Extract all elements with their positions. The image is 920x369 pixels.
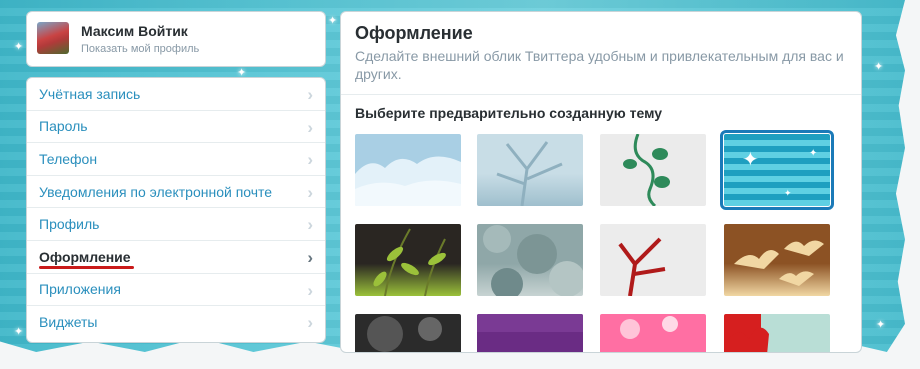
chevron-right-icon: ›: [307, 182, 313, 202]
nav-item-account[interactable]: Учётная запись ›: [27, 78, 325, 111]
sparkle-icon: ✦: [14, 326, 24, 338]
nav-item-label: Учётная запись: [39, 85, 141, 102]
svg-text:✦: ✦: [784, 188, 792, 198]
nav-item-label: Уведомления по электронной почте: [39, 183, 273, 200]
panel-header: Оформление Сделайте внешний облик Твитте…: [341, 12, 861, 95]
settings-nav: Учётная запись › Пароль › Телефон › Увед…: [26, 77, 326, 343]
theme-sparkle-thumbnail[interactable]: ✦ ✦ ✦: [720, 130, 834, 210]
avatar[interactable]: [37, 22, 69, 54]
svg-text:✦: ✦: [742, 149, 759, 171]
nav-item-label: Приложения: [39, 281, 121, 298]
nav-item-label: Пароль: [39, 118, 88, 135]
theme-vines-thumbnail[interactable]: [600, 134, 706, 206]
nav-item-phone[interactable]: Телефон ›: [27, 143, 325, 176]
chevron-right-icon: ›: [307, 247, 313, 267]
nav-item-email-notifications[interactable]: Уведомления по электронной почте ›: [27, 176, 325, 209]
sparkle-icon: ✦: [874, 61, 884, 73]
svg-text:✦: ✦: [809, 148, 817, 159]
profile-card[interactable]: Максим Войтик Показать мой профиль: [26, 11, 326, 67]
theme-tree-thumbnail[interactable]: [477, 134, 583, 206]
theme-grey-foliage-thumbnail[interactable]: [477, 224, 583, 296]
page-subtitle: Сделайте внешний облик Твиттера удобным …: [355, 48, 844, 82]
nav-item-label: Профиль: [39, 216, 100, 233]
theme-dark-thumbnail[interactable]: [355, 314, 461, 352]
theme-pink-thumbnail[interactable]: [600, 314, 706, 352]
nav-item-label: Виджеты: [39, 314, 98, 331]
design-panel: Оформление Сделайте внешний облик Твитте…: [340, 11, 862, 353]
theme-purple-thumbnail[interactable]: [477, 314, 583, 352]
sparkle-icon: ✦: [14, 41, 24, 53]
nav-item-profile[interactable]: Профиль ›: [27, 208, 325, 241]
sparkle-icon: ✦: [876, 319, 886, 331]
nav-item-label: Оформление: [39, 248, 131, 265]
profile-name[interactable]: Максим Войтик: [81, 23, 188, 39]
chevron-right-icon: ›: [307, 313, 313, 333]
theme-clouds-thumbnail[interactable]: [355, 134, 461, 206]
theme-red-flower-thumbnail[interactable]: [724, 314, 830, 352]
theme-leaves-thumbnail[interactable]: [355, 224, 461, 296]
nav-item-widgets[interactable]: Виджеты ›: [27, 306, 325, 339]
theme-birds-thumbnail[interactable]: [724, 224, 830, 296]
theme-section-title: Выберите предварительно созданную тему: [355, 105, 663, 121]
chevron-right-icon: ›: [307, 215, 313, 235]
page-title: Оформление: [355, 23, 473, 43]
nav-item-apps[interactable]: Приложения ›: [27, 274, 325, 307]
chevron-right-icon: ›: [307, 280, 313, 300]
active-underline: [39, 265, 134, 269]
nav-item-label: Телефон: [39, 150, 98, 167]
theme-red-plant-thumbnail[interactable]: [600, 224, 706, 296]
chevron-right-icon: ›: [307, 150, 313, 170]
nav-item-design[interactable]: Оформление ›: [27, 241, 325, 274]
view-profile-link[interactable]: Показать мой профиль: [81, 43, 199, 55]
sparkle-icon: ✦: [328, 15, 338, 27]
chevron-right-icon: ›: [307, 85, 313, 104]
chevron-right-icon: ›: [307, 117, 313, 137]
nav-item-password[interactable]: Пароль ›: [27, 111, 325, 144]
